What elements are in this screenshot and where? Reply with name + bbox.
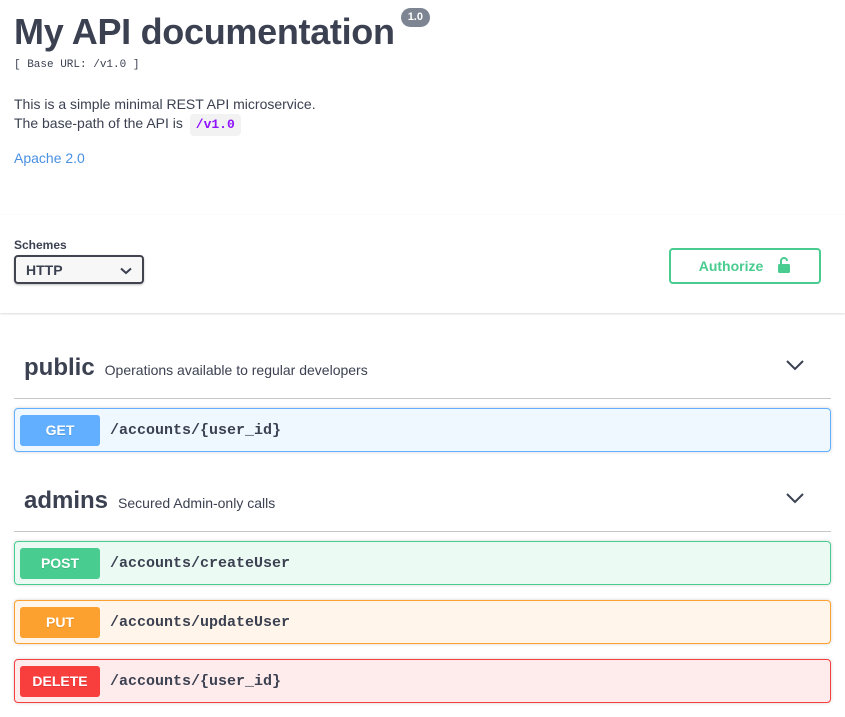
operation-put-update-user[interactable]: PUT /accounts/updateUser (14, 600, 831, 644)
method-badge: DELETE (20, 665, 100, 697)
operation-path: /accounts/{user_id} (110, 421, 282, 439)
operation-delete-accounts-user-id[interactable]: DELETE /accounts/{user_id} (14, 659, 831, 703)
api-info: My API documentation 1.0 [ Base URL: /v1… (14, 0, 831, 166)
scheme-container: Schemes HTTP Authorize (0, 215, 845, 313)
chevron-down-icon[interactable] (785, 358, 805, 376)
chevron-down-icon[interactable] (785, 491, 805, 509)
tag-section-public[interactable]: public Operations available to regular d… (14, 338, 831, 399)
method-badge: PUT (20, 606, 100, 638)
tag-description: Secured Admin-only calls (118, 495, 276, 511)
base-url: [ Base URL: /v1.0 ] (14, 59, 140, 71)
base-path-code: /v1.0 (189, 114, 241, 136)
unlock-icon (777, 256, 791, 277)
operation-path: /accounts/{user_id} (110, 672, 282, 690)
authorize-button[interactable]: Authorize (669, 248, 821, 284)
tag-section-admins[interactable]: admins Secured Admin-only calls (14, 471, 831, 532)
api-description: This is a simple minimal REST API micros… (14, 95, 316, 136)
operation-get-accounts-user-id[interactable]: GET /accounts/{user_id} (14, 408, 831, 452)
description-line-2: The base-path of the API is /v1.0 (14, 114, 316, 136)
license-link[interactable]: Apache 2.0 (14, 150, 85, 166)
page-title: My API documentation (14, 11, 395, 52)
schemes-selected-value: HTTP (26, 261, 63, 278)
version-badge: 1.0 (400, 8, 430, 27)
tag-name: admins (24, 487, 109, 514)
title-row: My API documentation 1.0 (14, 0, 831, 56)
tag-name: public (24, 354, 95, 381)
schemes-label: Schemes (14, 238, 67, 252)
chevron-down-icon (120, 262, 132, 278)
authorize-label: Authorize (698, 258, 764, 274)
tag-description: Operations available to regular develope… (104, 362, 368, 378)
operation-path: /accounts/updateUser (110, 613, 291, 631)
description-line-1: This is a simple minimal REST API micros… (14, 96, 316, 112)
description-prefix: The base-path of the API is (14, 115, 183, 131)
method-badge: GET (20, 414, 100, 446)
method-badge: POST (20, 547, 100, 579)
operation-post-create-user[interactable]: POST /accounts/createUser (14, 541, 831, 585)
operation-path: /accounts/createUser (110, 554, 291, 572)
schemes-select[interactable]: HTTP (14, 255, 144, 284)
